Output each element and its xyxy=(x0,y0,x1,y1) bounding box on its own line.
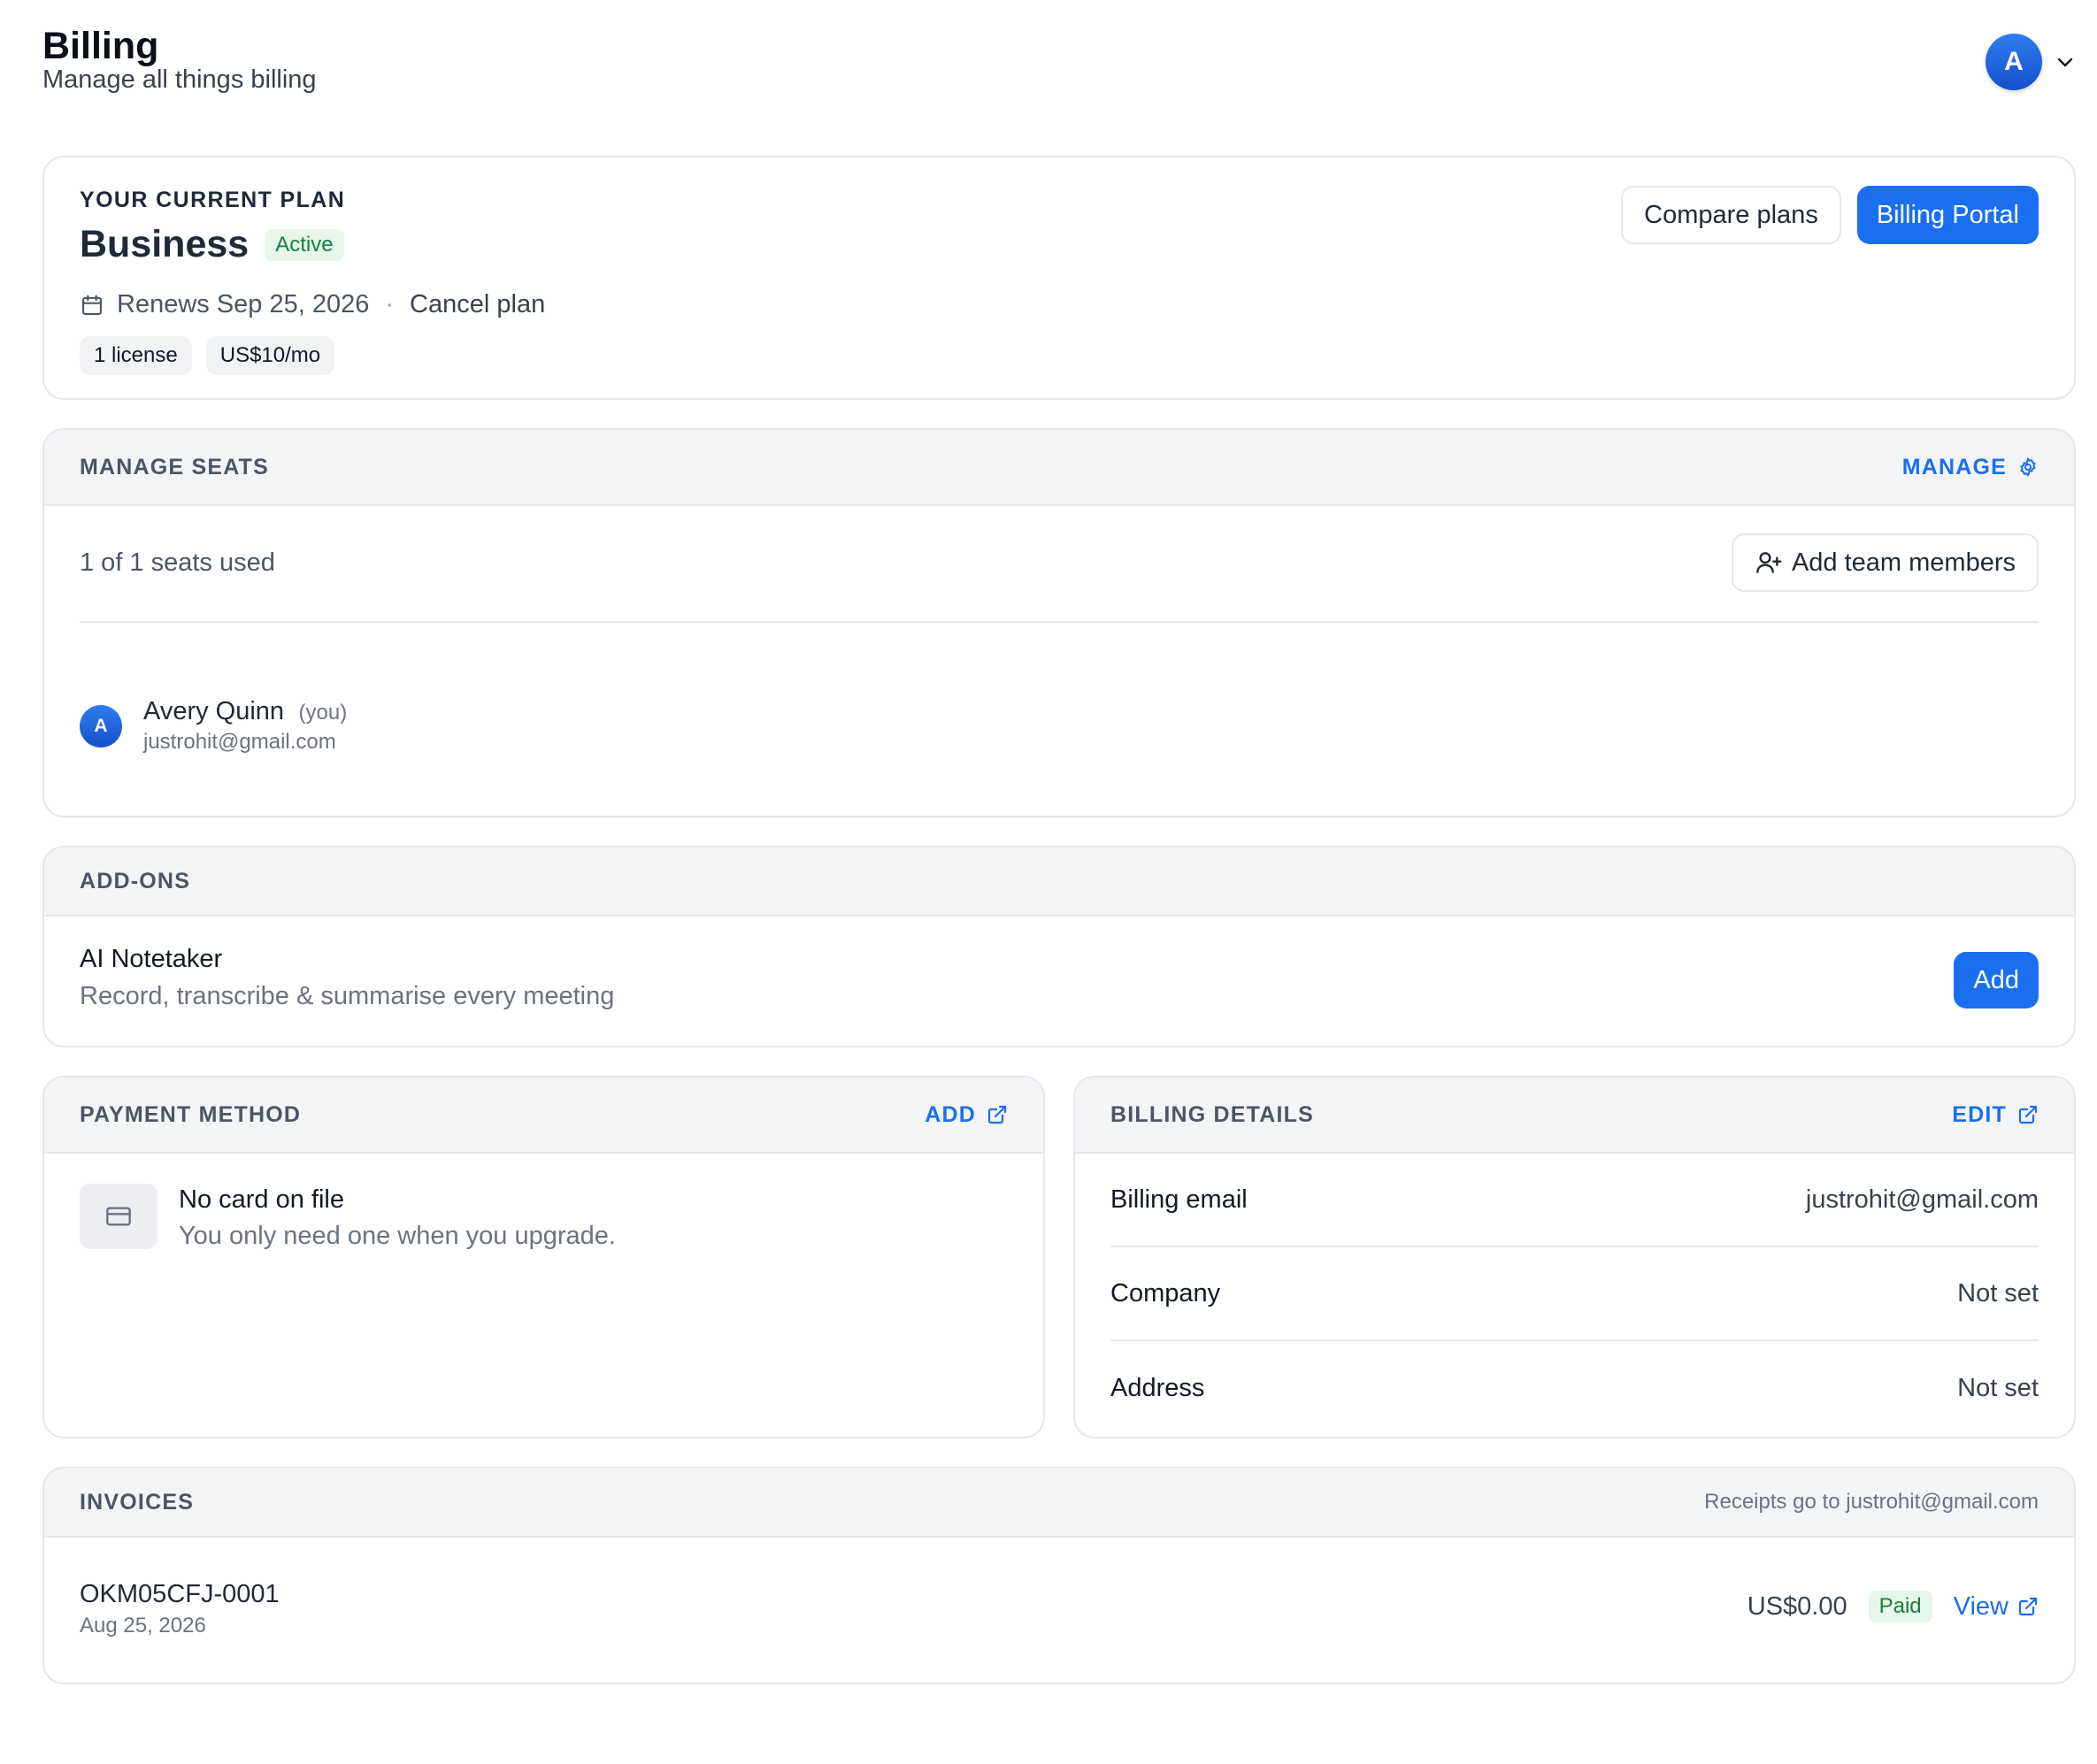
billing-details-list: Billing email justrohit@gmail.com Compan… xyxy=(1110,1154,2039,1435)
license-chip: 1 license xyxy=(80,336,192,375)
member-info: Avery Quinn (you) justrohit@gmail.com xyxy=(143,697,347,755)
manage-link-label: MANAGE xyxy=(1901,454,2007,479)
payment-method-label: PAYMENT METHOD xyxy=(80,1101,302,1127)
external-link-icon xyxy=(2018,1105,2038,1124)
payment-method-text: No card on file You only need one when y… xyxy=(179,1184,616,1251)
renewal-row: Renews Sep 25, 2026 · Cancel plan xyxy=(80,290,545,319)
separator-dot: · xyxy=(385,290,395,318)
page-header: Billing Manage all things billing A xyxy=(42,0,2076,156)
current-plan-card: YOUR CURRENT PLAN Business Active Renews… xyxy=(42,156,2076,400)
invoice-row-right: US$0.00 Paid View xyxy=(1748,1591,2039,1622)
current-plan-label: YOUR CURRENT PLAN xyxy=(80,188,346,212)
billing-details-header: BILLING DETAILS EDIT xyxy=(1075,1078,2074,1154)
plan-actions: Compare plans Billing Portal xyxy=(1621,186,2039,244)
plan-chips: 1 license US$10/mo xyxy=(80,336,335,375)
calendar-icon xyxy=(82,294,102,315)
detail-value: Not set xyxy=(1957,1373,2039,1402)
billing-details-label: BILLING DETAILS xyxy=(1110,1101,1315,1127)
billing-portal-button[interactable]: Billing Portal xyxy=(1856,186,2039,244)
address-row: Address Not set xyxy=(1110,1341,2039,1435)
billing-details-card: BILLING DETAILS EDIT Billing email justr… xyxy=(1073,1076,2076,1438)
detail-value: justrohit@gmail.com xyxy=(1805,1185,2039,1214)
payment-method-body: No card on file You only need one when y… xyxy=(80,1184,616,1251)
addons-card: ADD-ONS AI Notetaker Record, transcribe … xyxy=(42,846,2076,1047)
manage-seats-header: MANAGE SEATS MANAGE xyxy=(44,430,2074,506)
view-invoice-link[interactable]: View xyxy=(1954,1592,2039,1622)
billing-page: Billing Manage all things billing A YOUR… xyxy=(0,0,2097,1764)
price-chip: US$10/mo xyxy=(205,336,335,375)
seats-divider xyxy=(80,621,2039,623)
payment-billing-row: PAYMENT METHOD ADD No card on file You o… xyxy=(42,1076,2076,1438)
detail-key: Billing email xyxy=(1110,1185,1248,1214)
plan-status-badge: Active xyxy=(265,228,344,261)
user-menu[interactable]: A xyxy=(1986,34,2076,90)
external-link-icon xyxy=(987,1105,1007,1124)
payment-method-header: PAYMENT METHOD ADD xyxy=(44,1078,1043,1154)
company-row: Company Not set xyxy=(1110,1247,2039,1341)
member-avatar: A xyxy=(80,704,122,748)
renewal-date: Renews Sep 25, 2026 xyxy=(117,290,370,318)
chevron-down-icon[interactable] xyxy=(2055,51,2076,73)
seats-summary-row: 1 of 1 seats used Add team members xyxy=(80,533,2039,592)
avatar[interactable]: A xyxy=(1986,34,2042,90)
credit-card-icon-box xyxy=(80,1184,157,1249)
view-invoice-label: View xyxy=(1953,1591,2009,1621)
cancel-plan-link[interactable]: Cancel plan xyxy=(410,290,545,319)
addons-header: ADD-ONS xyxy=(44,847,2074,917)
add-team-members-button[interactable]: Add team members xyxy=(1731,533,2039,592)
manage-seats-card: MANAGE SEATS MANAGE 1 of 1 seats used Ad… xyxy=(42,428,2076,817)
page-subtitle: Manage all things billing xyxy=(42,65,317,94)
page-title: Billing xyxy=(42,25,159,67)
gear-icon xyxy=(2020,457,2036,477)
invoices-label: INVOICES xyxy=(80,1489,195,1515)
receipts-note: Receipts go to justrohit@gmail.com xyxy=(1704,1490,2039,1514)
detail-key: Address xyxy=(1110,1373,1205,1402)
billing-email-row: Billing email justrohit@gmail.com xyxy=(1110,1154,2039,1247)
payment-method-card: PAYMENT METHOD ADD No card on file You o… xyxy=(42,1076,1045,1438)
add-team-members-label: Add team members xyxy=(1791,548,2016,577)
invoices-card: INVOICES Receipts go to justrohit@gmail.… xyxy=(42,1467,2076,1684)
detail-key: Company xyxy=(1110,1278,1221,1308)
invoice-status-badge: Paid xyxy=(1868,1591,1932,1622)
add-addon-button[interactable]: Add xyxy=(1954,952,2039,1009)
credit-card-icon xyxy=(106,1207,131,1226)
member-email: justrohit@gmail.com xyxy=(143,730,336,754)
manage-seats-link[interactable]: MANAGE xyxy=(1902,455,2039,480)
no-card-title: No card on file xyxy=(179,1185,344,1214)
add-payment-link[interactable]: ADD xyxy=(925,1102,1008,1128)
seats-used-text: 1 of 1 seats used xyxy=(80,548,275,577)
add-user-icon xyxy=(1756,552,1782,573)
invoice-id: OKM05CFJ-0001 xyxy=(80,1580,280,1608)
edit-billing-link[interactable]: EDIT xyxy=(1952,1102,2039,1128)
compare-plans-button[interactable]: Compare plans xyxy=(1621,186,1841,244)
addon-name: AI Notetaker xyxy=(80,945,223,973)
member-you-tag: (you) xyxy=(298,701,348,725)
invoice-amount: US$0.00 xyxy=(1747,1591,1847,1621)
add-payment-label: ADD xyxy=(925,1101,976,1127)
detail-value: Not set xyxy=(1957,1278,2039,1308)
member-row: A Avery Quinn (you) justrohit@gmail.com xyxy=(80,697,347,755)
invoice-date: Aug 25, 2026 xyxy=(80,1614,206,1637)
edit-billing-label: EDIT xyxy=(1952,1101,2007,1127)
addons-label: ADD-ONS xyxy=(80,868,191,894)
member-name: Avery Quinn xyxy=(143,697,285,725)
external-link-icon xyxy=(2018,1597,2038,1616)
addon-description: Record, transcribe & summarise every mee… xyxy=(80,982,615,1010)
manage-seats-label: MANAGE SEATS xyxy=(80,454,269,479)
invoices-header: INVOICES Receipts go to justrohit@gmail.… xyxy=(44,1469,2074,1538)
plan-name-row: Business Active xyxy=(80,223,344,266)
no-card-subtitle: You only need one when you upgrade. xyxy=(179,1222,616,1250)
plan-name: Business xyxy=(80,223,250,265)
